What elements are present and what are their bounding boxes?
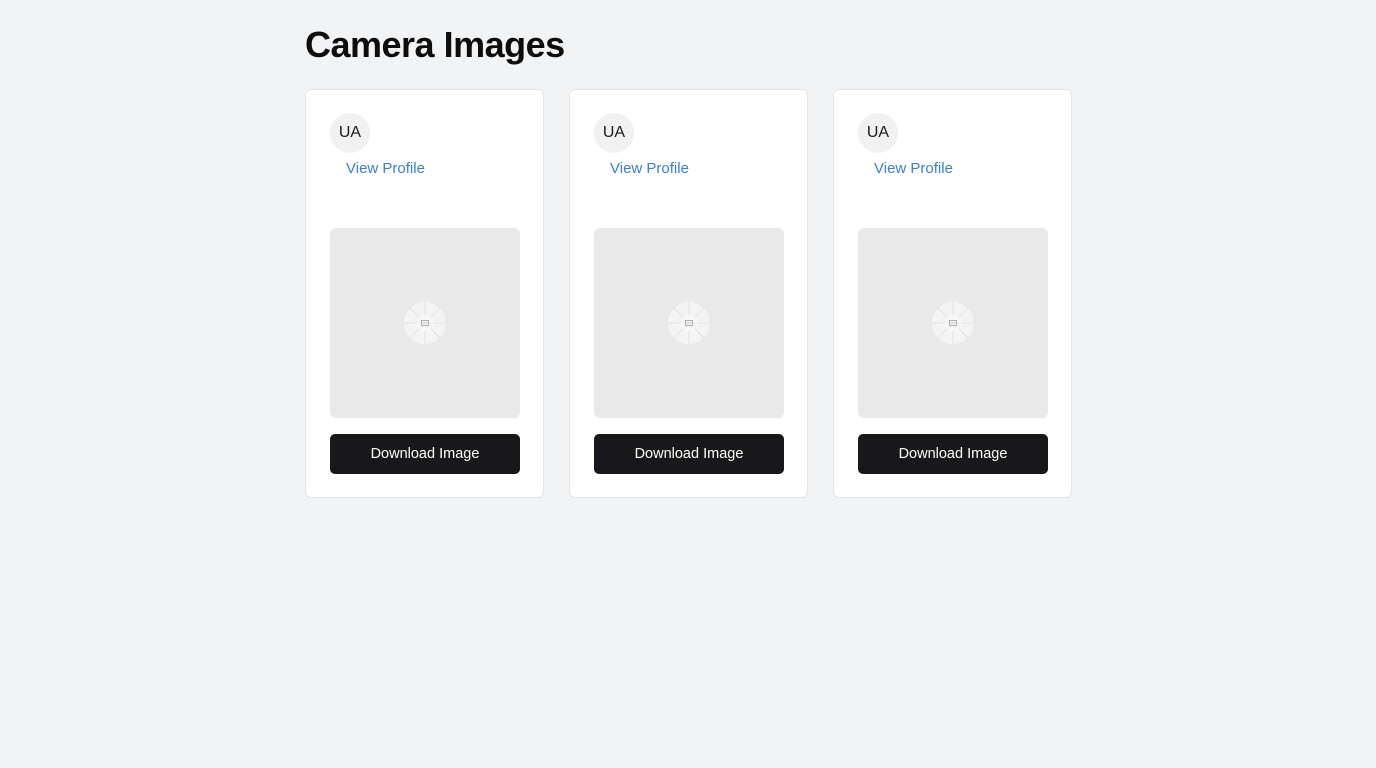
image-card-grid: UA View Profile Download Image UA View P… [305,89,1072,498]
view-profile-link[interactable]: View Profile [346,160,425,177]
download-image-button[interactable]: Download Image [594,434,784,474]
download-image-button[interactable]: Download Image [330,434,520,474]
avatar[interactable]: UA [594,113,634,153]
image-card: UA View Profile Download Image [569,89,808,498]
image-card: UA View Profile Download Image [305,89,544,498]
image-placeholder-icon [932,302,974,344]
camera-image[interactable] [330,228,520,418]
avatar[interactable]: UA [858,113,898,153]
camera-image[interactable] [594,228,784,418]
image-placeholder-icon [668,302,710,344]
image-card: UA View Profile Download Image [833,89,1072,498]
page-container: Camera Images UA View Profile Download I… [305,0,1072,498]
view-profile-link[interactable]: View Profile [610,160,689,177]
avatar[interactable]: UA [330,113,370,153]
view-profile-link[interactable]: View Profile [874,160,953,177]
page-title: Camera Images [305,24,565,65]
download-image-button[interactable]: Download Image [858,434,1048,474]
image-placeholder-icon [404,302,446,344]
camera-image[interactable] [858,228,1048,418]
